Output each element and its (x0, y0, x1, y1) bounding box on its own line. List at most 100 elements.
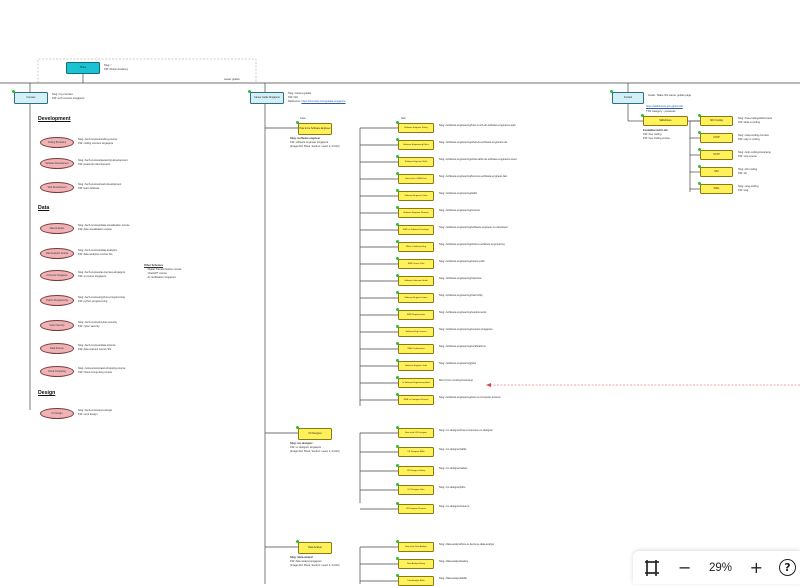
sub-note: Slug: /software-engineering/courses-sing… (439, 328, 493, 331)
sub-node[interactable]: UX Designer Skills (398, 447, 434, 457)
diagram-canvas[interactable]: Home Slug: / KW: Rustic Academy career guid… (0, 0, 800, 586)
sub-node[interactable]: Is Software Engineering Hard (398, 378, 434, 388)
course-node[interactable]: Data Analytics (40, 223, 74, 234)
sub-note: Slug: /software-engineering/become-softw… (439, 175, 508, 178)
ref-link[interactable]: https://incomely.com/guides-singapore (301, 100, 345, 103)
funded-link[interactable]: https://skillsfuture.gov.sg/ecredit (646, 105, 683, 108)
funded-child-slug: Slug: /free-coding/skills-future (738, 117, 773, 120)
course-node[interactable]: AI Course Singapore (40, 270, 74, 281)
course-note-slug: Slug: /tech-courses/cyber-security (78, 321, 118, 324)
core-note-ref: [Image Ref: Book, Section: Learn it, Fin… (290, 564, 340, 567)
sub-node[interactable]: Software Engineer Intern (398, 293, 434, 303)
sub-note: Slug: /ux-designer/salary (439, 467, 468, 470)
course-node[interactable]: Coding Bootcamp (40, 137, 74, 148)
core-node[interactable]: UX Designer (298, 428, 332, 440)
funded-note: Goals - Make this career guides page (648, 94, 692, 97)
course-note-kw: KW: data science course SG (78, 348, 112, 351)
course-note-slug: Slug: /tech-courses/ux-design (78, 409, 113, 412)
sub-node[interactable]: Software Engineer Resume (398, 208, 434, 218)
ref-label: Reference: (288, 100, 302, 103)
funded-child-node[interactable]: SFC Coding (700, 116, 733, 126)
course-node[interactable]: Web Development (40, 182, 74, 193)
core-node[interactable]: Data Analyst (298, 542, 332, 554)
sub-node[interactable]: Software Eng Courses (398, 327, 434, 337)
career-guides-node[interactable]: Career Guide Singapore (250, 92, 284, 104)
sub-node[interactable]: SWE Career Path (398, 259, 434, 269)
course-node[interactable]: Data Analytics Course (40, 248, 74, 259)
sub-node[interactable]: How to be UX Designer (398, 428, 434, 438)
funded-child-kw: KW: sctp course (738, 155, 757, 158)
status-dot-icon (396, 240, 399, 243)
connector-lines (0, 58, 800, 584)
sub-node[interactable]: Software Engineering Roles (398, 140, 434, 150)
home-node[interactable]: Home (66, 62, 100, 74)
status-dot-icon (396, 426, 399, 429)
sub-node[interactable]: Data Analyst Skills (398, 576, 434, 586)
course-node[interactable]: Cloud Computing (40, 366, 74, 377)
sub-node[interactable]: Software Engineer Skills (398, 157, 434, 167)
other-schemes-item: · Digital Transformation course (146, 268, 182, 271)
course-node[interactable]: Cyber Security (40, 320, 74, 331)
career-note-kw: KW: N/A (288, 96, 298, 99)
zoom-level[interactable]: 29% (697, 562, 743, 574)
sub-node[interactable]: SWE Requirements (398, 310, 434, 320)
course-node[interactable]: Python Programming (40, 295, 74, 306)
sub-node[interactable]: What is Software Eng (398, 242, 434, 252)
sub-note: Slug: /software-engineering/skills (439, 192, 477, 195)
sub-node[interactable]: Software Interview Guide (398, 276, 434, 286)
courses-node[interactable]: Courses (14, 92, 48, 104)
status-dot-icon (296, 121, 299, 124)
zoom-toolbar: − 29% + ? (633, 551, 800, 584)
funded-child-kw: KW: wsg (738, 189, 749, 192)
core-note-kw: KW: software engineer singapore (290, 141, 329, 144)
status-dot-icon (396, 138, 399, 141)
funded-child-kw: KW: utap in coding (738, 138, 760, 141)
sub-note: Slug: /software-engineering/resume (439, 209, 480, 212)
sub-node[interactable]: Software Engineer Tasks (398, 191, 434, 201)
course-note-kw: KW: python programming (78, 300, 108, 303)
career-note-slug: Slug: /career-guides (288, 92, 312, 95)
section-title-2: Design (38, 390, 56, 396)
sub-node[interactable]: Data Analyst Salary (398, 559, 434, 569)
sub-node[interactable]: UX Designer Jobs (398, 485, 434, 495)
status-dot-icon (248, 90, 251, 93)
sub-node[interactable]: Software Engineer Jobs (398, 361, 434, 371)
other-schemes-item: · AI certification singapore (146, 276, 176, 279)
course-node[interactable]: Software Development (40, 158, 74, 169)
course-node[interactable]: Data Science (40, 343, 74, 354)
zoom-out-button[interactable]: − (672, 555, 697, 581)
sub-node[interactable]: SWE vs Software Developer (398, 225, 434, 235)
funded-child-node[interactable]: UTAP (700, 133, 733, 143)
sub-node[interactable]: How to be Data Analyst (398, 542, 434, 552)
status-dot-icon (396, 291, 399, 294)
sub-node[interactable]: SWE vs Computer Science (398, 395, 434, 405)
sub-node[interactable]: UX Designer Salary (398, 466, 434, 476)
status-dot-icon (396, 540, 399, 543)
course-note-slug: Slug: /tech-courses/web-development (78, 183, 122, 186)
sub-node[interactable]: SWE Certifications (398, 344, 434, 354)
status-dot-icon (698, 148, 701, 151)
funded-child-node[interactable]: WSG (700, 184, 733, 194)
status-dot-icon (698, 114, 701, 117)
sub-note: Slug: /ux-designer/jobs (439, 486, 466, 489)
status-dot-icon (610, 90, 613, 93)
funded-child-node[interactable]: SFC (700, 167, 733, 177)
zoom-in-button[interactable]: + (744, 555, 769, 581)
sub-note: Slug: /software-engineering/what-skills-… (439, 158, 517, 161)
funded-child-node[interactable]: SCTP (700, 150, 733, 160)
core-node[interactable]: How to be Software Engineer (298, 123, 332, 135)
fit-to-screen-button[interactable] (639, 555, 664, 581)
course-note-slug: Slug: /tech-courses/ai-courses-singapore (78, 271, 126, 274)
status-dot-icon (12, 90, 15, 93)
skillsfuture-note-kw: KW: free coding (643, 133, 662, 136)
column-sub: Sub (401, 117, 406, 120)
sub-node[interactable]: How to be a SWE Fast (398, 174, 434, 184)
help-button[interactable]: ? (775, 555, 800, 581)
course-node[interactable]: UX Design (40, 408, 74, 419)
core-note-slug: Slug: /ux-designer (290, 442, 313, 445)
skillsfuture-node[interactable]: SkillsFuture (643, 116, 688, 126)
funded-node[interactable]: Funded (612, 92, 644, 104)
sub-node[interactable]: UX Designer Resume (398, 504, 434, 514)
sub-node[interactable]: Software Engineer Salary (398, 123, 434, 133)
section-title-0: Development (38, 116, 71, 122)
